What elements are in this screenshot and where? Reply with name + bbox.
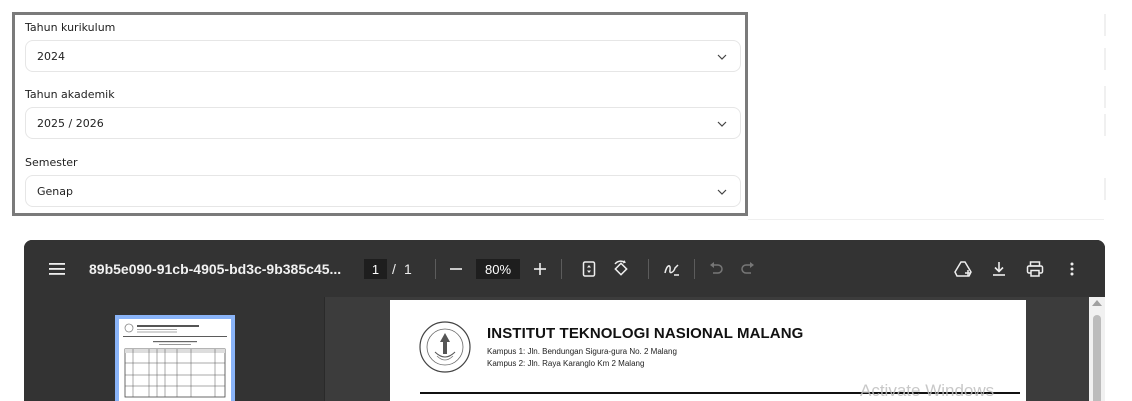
page: Tahun kurikulum 2024 Tahun akademik 2025…: [0, 0, 1132, 401]
curriculum-year-select[interactable]: 2024: [25, 40, 741, 72]
academic-year-label: Tahun akademik: [25, 88, 115, 101]
chevron-down-icon: [717, 189, 727, 195]
border-segment: [1104, 86, 1106, 108]
zoom-in-icon[interactable]: [530, 259, 550, 279]
thumbnail-preview: [123, 323, 227, 398]
curriculum-year-label: Tahun kurikulum: [25, 21, 116, 34]
activate-windows-watermark: Activate Windows: [860, 381, 995, 400]
redo-icon[interactable]: [738, 259, 758, 279]
page-separator: /: [392, 261, 396, 277]
pdf-viewer: 89b5e090-91cb-4905-bd3c-9b385c45... 1 / …: [24, 240, 1105, 401]
scrollbar-thumb[interactable]: [1093, 315, 1101, 401]
semester-value: Genap: [37, 185, 73, 198]
institution-name: INSTITUT TEKNOLOGI NASIONAL MALANG: [487, 325, 804, 342]
academic-year-select[interactable]: 2025 / 2026: [25, 107, 741, 139]
semester-select[interactable]: Genap: [25, 175, 741, 207]
section-divider: [748, 219, 1104, 220]
curriculum-year-value: 2024: [37, 50, 65, 63]
drive-save-icon[interactable]: [954, 259, 974, 279]
toolbar-divider: [561, 259, 562, 279]
border-segment: [1104, 14, 1106, 36]
zoom-out-icon[interactable]: [446, 259, 466, 279]
download-icon[interactable]: [989, 259, 1009, 279]
document-scrollbar[interactable]: [1089, 297, 1105, 401]
border-segment: [1104, 178, 1106, 200]
page-number-input[interactable]: 1: [364, 259, 387, 279]
annotate-icon[interactable]: [662, 259, 682, 279]
campus-1-address: Kampus 1: Jln. Bendungan Sigura-gura No.…: [487, 347, 677, 356]
print-icon[interactable]: [1025, 259, 1045, 279]
chevron-down-icon: [717, 54, 727, 60]
thumbnail-sidebar: [24, 297, 325, 401]
institution-logo-icon: [419, 321, 471, 373]
chevron-down-icon: [717, 121, 727, 127]
border-segment: [1104, 114, 1106, 136]
page-thumbnail[interactable]: [115, 315, 235, 401]
page-total: 1: [404, 261, 412, 277]
more-options-icon[interactable]: [1062, 259, 1082, 279]
pdf-toolbar: 89b5e090-91cb-4905-bd3c-9b385c45... 1 / …: [24, 240, 1105, 297]
rotate-icon[interactable]: [611, 259, 631, 279]
semester-label: Semester: [25, 156, 78, 169]
border-segment: [1104, 48, 1106, 70]
filter-form: Tahun kurikulum 2024 Tahun akademik 2025…: [12, 12, 748, 216]
zoom-level-input[interactable]: 80%: [476, 259, 520, 279]
menu-icon[interactable]: [47, 259, 67, 279]
toolbar-divider: [435, 259, 436, 279]
file-name: 89b5e090-91cb-4905-bd3c-9b385c45...: [89, 261, 342, 277]
fit-page-icon[interactable]: [579, 259, 599, 279]
toolbar-divider: [694, 259, 695, 279]
campus-2-address: Kampus 2: Jln. Raya Karanglo Km 2 Malang: [487, 359, 645, 368]
undo-icon[interactable]: [706, 259, 726, 279]
toolbar-divider: [648, 259, 649, 279]
academic-year-value: 2025 / 2026: [37, 117, 104, 130]
scroll-up-arrow-icon[interactable]: [1092, 300, 1102, 306]
